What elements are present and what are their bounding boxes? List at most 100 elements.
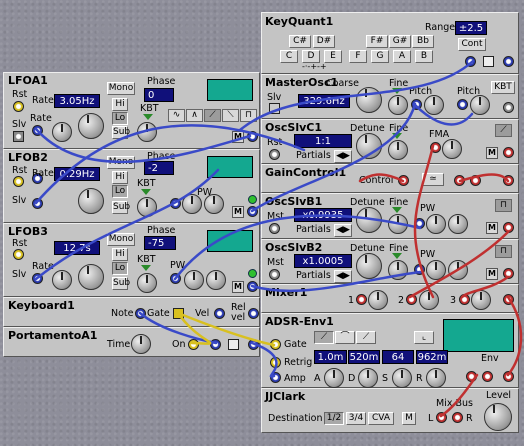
lfob3-rate-knob[interactable] — [78, 264, 104, 290]
oscslvb2-wave-square-button[interactable]: ⊓ — [495, 245, 512, 258]
lfoa1-rate-mod-knob[interactable] — [52, 122, 72, 142]
mixer1-in3-jack[interactable] — [459, 294, 470, 305]
lfob2-sub-button[interactable]: Sub — [112, 201, 130, 214]
adsr-curve2-button[interactable]: ⌒ — [335, 331, 355, 344]
oscslvb2-out-jack[interactable] — [503, 268, 514, 279]
oscslvb2-detune-knob[interactable] — [356, 253, 382, 279]
lfob3-m-button[interactable]: M — [232, 281, 244, 293]
mixer1-out-jack[interactable] — [503, 294, 514, 305]
lfob2-rst-jack[interactable] — [13, 176, 24, 187]
masterosc-pitch2-knob[interactable] — [470, 95, 490, 115]
adsr-amp-jack[interactable] — [270, 372, 281, 383]
masterosc-kbt-button[interactable]: KBT — [491, 81, 515, 94]
oscslvc1-rst-jack[interactable] — [269, 149, 280, 160]
keyquant-key-a[interactable]: A — [393, 50, 411, 63]
keyboard1-gate-jack[interactable] — [173, 308, 184, 319]
lfoa1-wave-saw-button[interactable]: ⟋ — [204, 109, 221, 122]
lfoa1-slv-jack[interactable] — [13, 131, 24, 142]
oscslvb1-m-button[interactable]: M — [486, 222, 498, 234]
lfob3-rst-jack[interactable] — [13, 249, 24, 260]
keyquant-in-jack[interactable] — [465, 56, 476, 67]
lfoa1-wave-rsaw-button[interactable]: ⟍ — [222, 109, 239, 122]
oscslvc1-fine-knob[interactable] — [388, 140, 408, 160]
lfoa1-rst-jack[interactable] — [13, 101, 24, 112]
lfob2-rate-knob[interactable] — [78, 188, 104, 214]
portamento-in-jack[interactable] — [210, 339, 221, 350]
lfob2-out-jack[interactable] — [247, 206, 258, 217]
oscslvb1-detune-knob[interactable] — [356, 207, 382, 233]
oscslvb1-wave-square-button[interactable]: ⊓ — [495, 199, 512, 212]
masterosc-fine-knob[interactable] — [388, 95, 408, 115]
gaincontrol-control-jack[interactable] — [398, 175, 409, 186]
keyquant-out-jack[interactable] — [503, 56, 514, 67]
gaincontrol-mode-button[interactable]: ≃ — [422, 173, 444, 186]
lfoa1-sub-button[interactable]: Sub — [112, 126, 130, 139]
oscslvb1-pw-jack[interactable] — [414, 218, 425, 229]
keyquant-key-e[interactable]: E — [324, 50, 342, 63]
keyquant-key-dsharp[interactable]: D# — [313, 35, 335, 48]
adsr-retrig-jack[interactable] — [270, 357, 281, 368]
oscslvb2-mst-jack[interactable] — [269, 269, 280, 280]
keyquant-key-gsharp[interactable]: G# — [389, 35, 411, 48]
oscslvb1-partials-stepper[interactable]: ◀▶ — [334, 224, 352, 237]
lfob3-mono-button[interactable]: Mono — [107, 233, 135, 246]
keyboard1-note-jack[interactable] — [135, 308, 146, 319]
adsr-curve3-button[interactable]: ⟋ — [356, 331, 376, 344]
lfoa1-wave-tri-button[interactable]: ∧ — [186, 109, 203, 122]
oscslvb2-partials-stepper[interactable]: ◀▶ — [334, 270, 352, 283]
oscslvb1-mst-jack[interactable] — [269, 223, 280, 234]
oscslvb2-pw-mod-knob[interactable] — [426, 260, 446, 280]
adsr-gate-jack[interactable] — [270, 339, 281, 350]
oscslvb1-pw-mod-knob[interactable] — [426, 214, 446, 234]
portamento-on-jack[interactable] — [188, 339, 199, 350]
mixer1-in3-knob[interactable] — [471, 290, 491, 310]
oscslvc1-detune-knob[interactable] — [356, 133, 382, 159]
masterosc-pitch2-jack[interactable] — [457, 99, 468, 110]
lfoa1-hi-button[interactable]: Hi — [112, 98, 128, 111]
lfob2-m-button[interactable]: M — [232, 206, 244, 218]
lfob3-rate-mod-jack[interactable] — [32, 273, 43, 284]
oscslvc1-wave-saw-button[interactable]: ⟋ — [495, 124, 512, 137]
keyquant-key-fsharp[interactable]: F# — [366, 35, 388, 48]
keyquant-key-c[interactable]: C — [280, 50, 298, 63]
portamento-out-jack[interactable] — [248, 339, 259, 350]
masterosc-pitch1-jack[interactable] — [411, 99, 422, 110]
mixer1-in1-knob[interactable] — [368, 290, 388, 310]
keyboard1-relvel-jack[interactable] — [248, 308, 259, 319]
jjclark-m-button[interactable]: M — [402, 412, 416, 425]
lfoa1-mono-button[interactable]: Mono — [107, 82, 135, 95]
keyquant-key-bb[interactable]: Bb — [412, 35, 434, 48]
portamento-time-knob[interactable] — [131, 334, 151, 354]
lfoa1-m-button[interactable]: M — [232, 131, 244, 143]
lfob3-kbt-knob[interactable] — [137, 273, 157, 293]
portamento-toggle[interactable] — [228, 339, 239, 350]
keyquant-key-g[interactable]: G — [371, 50, 389, 63]
gaincontrol-in-jack[interactable] — [454, 175, 465, 186]
oscslvc1-out-jack[interactable] — [503, 147, 514, 158]
keyquant-key-csharp[interactable]: C# — [289, 35, 311, 48]
mixer1-in2-jack[interactable] — [406, 294, 417, 305]
lfob3-hi-button[interactable]: Hi — [112, 248, 128, 261]
keyboard1-vel-jack[interactable] — [214, 308, 225, 319]
lfoa1-kbt-knob[interactable] — [137, 122, 157, 142]
jjclark-dest-12-button[interactable]: 1/2 — [324, 412, 344, 425]
adsr-env-in-jack[interactable] — [466, 371, 477, 382]
lfoa1-rate-mod-jack[interactable] — [32, 125, 43, 136]
lfoa1-wave-sine-button[interactable]: ∿ — [168, 109, 185, 122]
oscslvb1-fine-knob[interactable] — [388, 214, 408, 234]
lfoa1-out-jack[interactable] — [247, 131, 258, 142]
lfob2-lo-button[interactable]: Lo — [112, 185, 128, 198]
gaincontrol-out-jack[interactable] — [503, 175, 514, 186]
gaincontrol-in2-jack[interactable] — [470, 175, 481, 186]
lfob3-rate-mod-knob[interactable] — [52, 270, 72, 290]
lfob3-pw-mod-knob[interactable] — [184, 270, 204, 290]
masterosc-out-jack[interactable] — [503, 102, 514, 113]
adsr-a-knob[interactable] — [324, 368, 344, 388]
oscslvb2-pw-jack[interactable] — [414, 264, 425, 275]
oscslvc1-partials-stepper[interactable]: ◀▶ — [334, 150, 352, 163]
lfob2-kbt-knob[interactable] — [137, 197, 157, 217]
lfob2-mono-button[interactable]: Mono — [107, 156, 135, 169]
adsr-invert-button[interactable]: ⌞ — [414, 331, 434, 344]
oscslvb1-pw-knob[interactable] — [448, 214, 468, 234]
lfob3-pw-jack[interactable] — [170, 273, 181, 284]
